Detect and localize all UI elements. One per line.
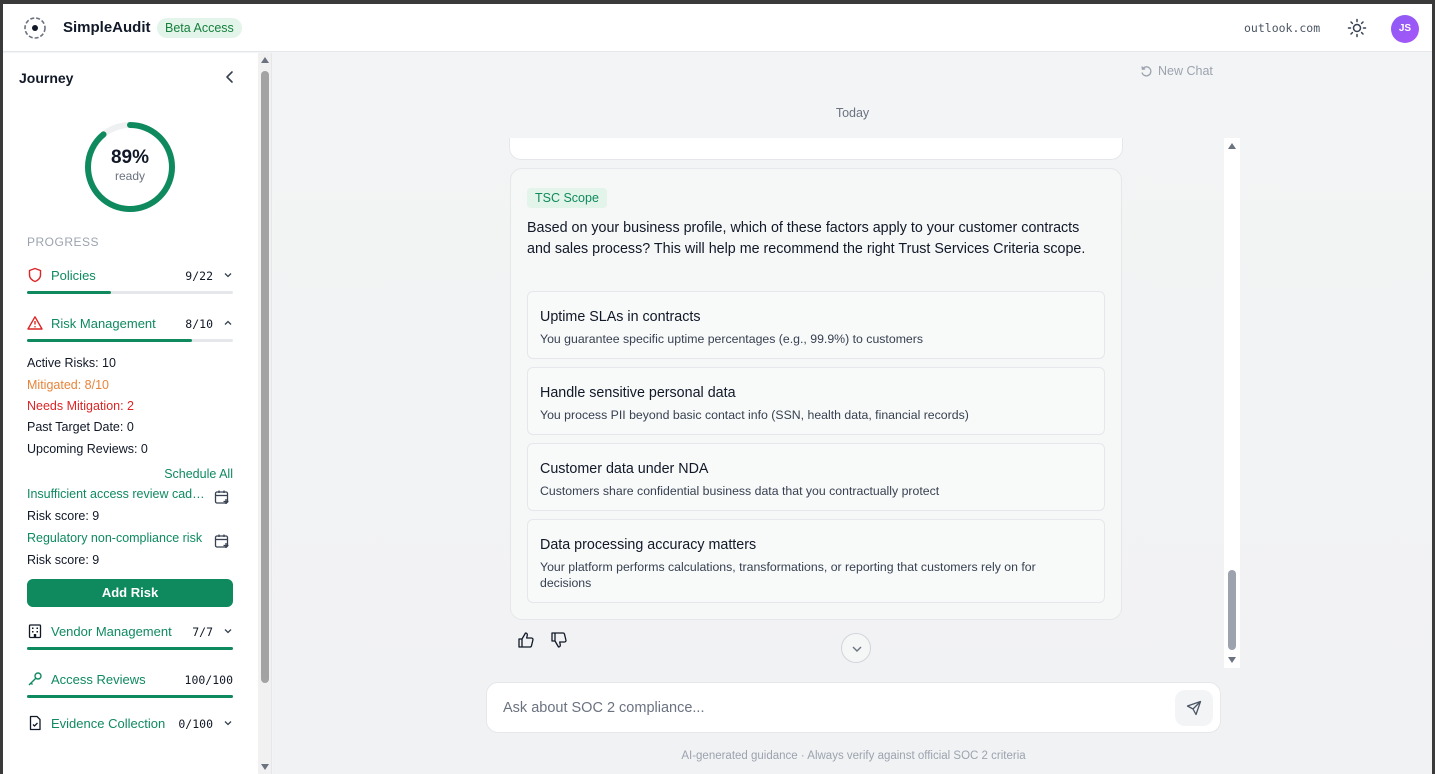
chevron-down-icon bbox=[852, 646, 862, 652]
sidebar-item-count: 0/100 bbox=[178, 717, 213, 731]
send-button[interactable] bbox=[1175, 690, 1213, 726]
progress-bar-vendor bbox=[27, 647, 233, 650]
sun-icon[interactable] bbox=[1347, 18, 1367, 38]
brand-name: SimpleAudit bbox=[63, 19, 151, 36]
sidebar-item-count: 9/22 bbox=[185, 269, 213, 283]
active-risks: Active Risks: 10 bbox=[27, 356, 116, 370]
assistant-message: TSC Scope Based on your business profile… bbox=[510, 168, 1122, 620]
option-desc: You process PII beyond basic contact inf… bbox=[540, 408, 969, 422]
ai-disclaimer: AI-generated guidance · Always verify ag… bbox=[681, 750, 1026, 762]
scroll-down-arrow[interactable] bbox=[1228, 657, 1236, 663]
sidebar-item-label: Risk Management bbox=[51, 316, 156, 331]
scroll-to-bottom-button[interactable] bbox=[841, 633, 871, 663]
add-risk-button[interactable]: Add Risk bbox=[27, 579, 233, 607]
chevron-down-icon bbox=[224, 629, 232, 634]
option-processing-accuracy[interactable]: Data processing accuracy matters Your pl… bbox=[527, 519, 1105, 603]
chevron-down-icon bbox=[224, 273, 232, 278]
progress-bar-access bbox=[27, 695, 233, 698]
app-window: SimpleAudit Beta Access outlook.com JS J… bbox=[3, 4, 1432, 774]
calendar-add-icon[interactable] bbox=[214, 489, 230, 505]
progress-heading: PROGRESS bbox=[27, 235, 100, 249]
chat-area: New Chat Today TSC Scope Based on your b… bbox=[273, 53, 1432, 774]
scroll-up-arrow[interactable] bbox=[261, 57, 269, 63]
previous-message bbox=[509, 138, 1123, 160]
sidebar-item-risk-management[interactable]: Risk Management 8/10 bbox=[27, 312, 233, 334]
option-desc: Your platform performs calculations, tra… bbox=[540, 560, 1036, 590]
warning-icon bbox=[27, 316, 43, 330]
chevron-up-icon bbox=[224, 320, 232, 325]
option-desc: You guarantee specific uptime percentage… bbox=[540, 332, 924, 346]
past-target-date: Past Target Date: 0 bbox=[27, 420, 134, 434]
topic-tag: TSC Scope bbox=[527, 188, 607, 208]
sidebar-title: Journey bbox=[19, 70, 74, 86]
sidebar-item-count: 100/100 bbox=[184, 673, 233, 687]
option-customer-nda[interactable]: Customer data under NDA Customers share … bbox=[527, 443, 1105, 511]
progress-bar-policies bbox=[27, 291, 233, 294]
new-chat-label: New Chat bbox=[1158, 64, 1213, 78]
option-uptime-slas[interactable]: Uptime SLAs in contracts You guarantee s… bbox=[527, 291, 1105, 359]
sidebar-item-label: Policies bbox=[51, 268, 96, 283]
message-list: TSC Scope Based on your business profile… bbox=[509, 138, 1129, 668]
progress-bar-risk bbox=[27, 339, 233, 342]
scrollbar-thumb[interactable] bbox=[261, 71, 269, 683]
thumbs-up-icon[interactable] bbox=[517, 631, 535, 649]
key-icon bbox=[28, 672, 42, 686]
sidebar-item-access-reviews[interactable]: Access Reviews 100/100 bbox=[27, 668, 233, 690]
refresh-icon bbox=[1141, 66, 1152, 77]
scrollbar-thumb[interactable] bbox=[1228, 570, 1236, 650]
progress-fill bbox=[27, 647, 233, 650]
option-title: Data processing accuracy matters bbox=[540, 537, 757, 553]
needs-mitigation: Needs Mitigation: 2 bbox=[27, 399, 135, 413]
send-icon bbox=[1186, 700, 1202, 716]
progress-fill bbox=[27, 339, 192, 342]
option-title: Customer data under NDA bbox=[540, 461, 709, 477]
user-avatar[interactable]: JS bbox=[1391, 15, 1419, 43]
chat-input[interactable] bbox=[503, 696, 1163, 720]
new-chat-button[interactable]: New Chat bbox=[1140, 64, 1213, 78]
option-desc: Customers share confidential business da… bbox=[540, 484, 940, 498]
sidebar-item-count: 7/7 bbox=[192, 625, 213, 639]
top-header: SimpleAudit Beta Access outlook.com JS bbox=[3, 4, 1432, 52]
progress-fill bbox=[27, 291, 112, 294]
readiness-label: ready bbox=[114, 169, 146, 183]
option-title: Handle sensitive personal data bbox=[540, 385, 736, 401]
logo-icon bbox=[24, 17, 46, 39]
risk-link[interactable]: Regulatory non-compliance risk bbox=[27, 531, 205, 545]
thumbs-down-icon[interactable] bbox=[550, 631, 568, 649]
sidebar-item-policies[interactable]: Policies 9/22 bbox=[27, 264, 233, 286]
upcoming-reviews: Upcoming Reviews: 0 bbox=[27, 442, 148, 456]
document-icon bbox=[29, 715, 41, 731]
sidebar-item-label: Access Reviews bbox=[51, 672, 146, 687]
scroll-down-arrow[interactable] bbox=[261, 764, 269, 770]
date-divider: Today bbox=[835, 106, 870, 120]
risk-link[interactable]: Insufficient access review cadence bbox=[27, 487, 205, 501]
mitigated-risks: Mitigated: 8/10 bbox=[27, 378, 109, 392]
sidebar-scrollbar[interactable] bbox=[258, 53, 272, 774]
sidebar-item-vendor-management[interactable]: Vendor Management 7/7 bbox=[27, 620, 233, 642]
chat-input-box bbox=[486, 682, 1221, 733]
chevron-left-icon[interactable] bbox=[223, 70, 237, 84]
journey-sidebar: Journey 89% ready PROGRESS Policies 9/22 bbox=[3, 53, 258, 774]
chevron-down-icon bbox=[224, 721, 232, 726]
option-sensitive-data[interactable]: Handle sensitive personal data You proce… bbox=[527, 367, 1105, 435]
risk-score: Risk score: 9 bbox=[27, 553, 100, 567]
org-domain: outlook.com bbox=[1244, 21, 1321, 35]
chat-scrollbar[interactable] bbox=[1224, 138, 1240, 668]
beta-badge: Beta Access bbox=[157, 18, 242, 38]
risk-score: Risk score: 9 bbox=[27, 509, 100, 523]
sidebar-item-count: 8/10 bbox=[185, 317, 213, 331]
scroll-up-arrow[interactable] bbox=[1228, 143, 1236, 149]
schedule-all-link[interactable]: Schedule All bbox=[164, 467, 233, 481]
sidebar-item-label: Vendor Management bbox=[51, 624, 172, 639]
readiness-percent: 89% bbox=[110, 147, 150, 168]
shield-icon bbox=[28, 267, 42, 283]
message-text: Based on your business profile, which of… bbox=[527, 220, 1086, 257]
option-title: Uptime SLAs in contracts bbox=[540, 309, 701, 325]
sidebar-item-label: Evidence Collection bbox=[51, 716, 166, 731]
building-icon bbox=[28, 624, 42, 639]
progress-fill bbox=[27, 695, 233, 698]
calendar-add-icon[interactable] bbox=[214, 533, 230, 549]
sidebar-item-evidence-collection[interactable]: Evidence Collection 0/100 bbox=[27, 712, 233, 734]
